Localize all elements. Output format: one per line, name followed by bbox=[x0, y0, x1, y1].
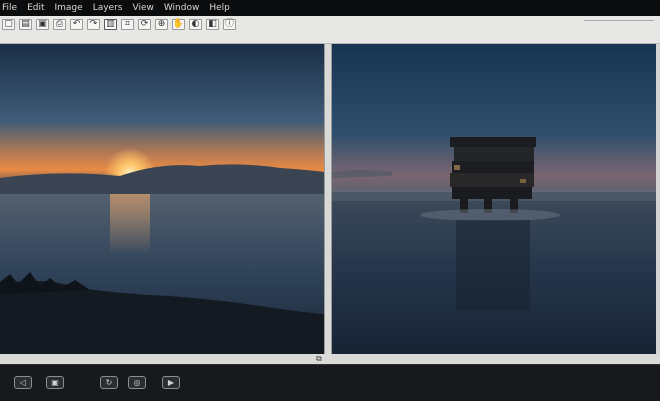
filmstrip-controls: ◁ ▣ ↻ ◎ ▶ bbox=[0, 364, 660, 401]
tower-in-water-photo bbox=[332, 44, 656, 354]
new-icon[interactable]: ▢ bbox=[2, 19, 15, 30]
toolbar: ▢ ▤ ▣ ⎙ ↶ ↷ ▥ ⌗ ⟳ ⊕ ✋ ◐ ◧ ⓘ bbox=[0, 16, 660, 44]
redo-icon[interactable]: ↷ bbox=[87, 19, 100, 30]
fit-icon[interactable]: ▣ bbox=[46, 376, 64, 389]
play-icon[interactable]: ▶ bbox=[162, 376, 180, 389]
crop-icon[interactable]: ⌗ bbox=[121, 19, 134, 30]
image-viewer-app: File Edit Image Layers View Window Help … bbox=[0, 0, 660, 401]
compare-icon[interactable]: ▥ bbox=[104, 19, 117, 30]
print-icon[interactable]: ⎙ bbox=[53, 19, 66, 30]
menu-item-window[interactable]: Window bbox=[164, 3, 200, 13]
undo-icon[interactable]: ↶ bbox=[70, 19, 83, 30]
left-image-pane[interactable] bbox=[0, 44, 324, 354]
save-icon[interactable]: ▣ bbox=[36, 19, 49, 30]
menu-item-file[interactable]: File bbox=[2, 3, 17, 13]
rotate-icon[interactable]: ⟳ bbox=[138, 19, 151, 30]
menu-item-layers[interactable]: Layers bbox=[93, 3, 123, 13]
menu-item-view[interactable]: View bbox=[132, 3, 153, 13]
sunset-photo bbox=[0, 44, 324, 354]
menu-item-edit[interactable]: Edit bbox=[27, 3, 44, 13]
flag-icon[interactable]: ◎ bbox=[128, 376, 146, 389]
toolbar-right-rule bbox=[584, 20, 654, 33]
color-icon[interactable]: ◐ bbox=[189, 19, 202, 30]
right-image-pane[interactable] bbox=[332, 44, 656, 354]
zoom-icon[interactable]: ⊕ bbox=[155, 19, 168, 30]
menu-item-image[interactable]: Image bbox=[55, 3, 83, 13]
menu-bar: File Edit Image Layers View Window Help bbox=[0, 0, 660, 16]
hand-icon[interactable]: ✋ bbox=[172, 19, 185, 30]
levels-icon[interactable]: ◧ bbox=[206, 19, 219, 30]
open-icon[interactable]: ▤ bbox=[19, 19, 32, 30]
toolbar-icon-row: ▢ ▤ ▣ ⎙ ↶ ↷ ▥ ⌗ ⟳ ⊕ ✋ ◐ ◧ ⓘ bbox=[2, 18, 240, 31]
prev-icon[interactable]: ◁ bbox=[14, 376, 32, 389]
status-bar: ⧉ bbox=[0, 354, 660, 364]
splitter-grip-icon[interactable]: ⧉ bbox=[316, 354, 322, 364]
menu-item-help[interactable]: Help bbox=[209, 3, 230, 13]
compare-viewer: ⧉ bbox=[0, 44, 660, 364]
split-divider-handle[interactable] bbox=[324, 44, 332, 356]
rotate-icon[interactable]: ↻ bbox=[100, 376, 118, 389]
info-icon[interactable]: ⓘ bbox=[223, 19, 236, 30]
